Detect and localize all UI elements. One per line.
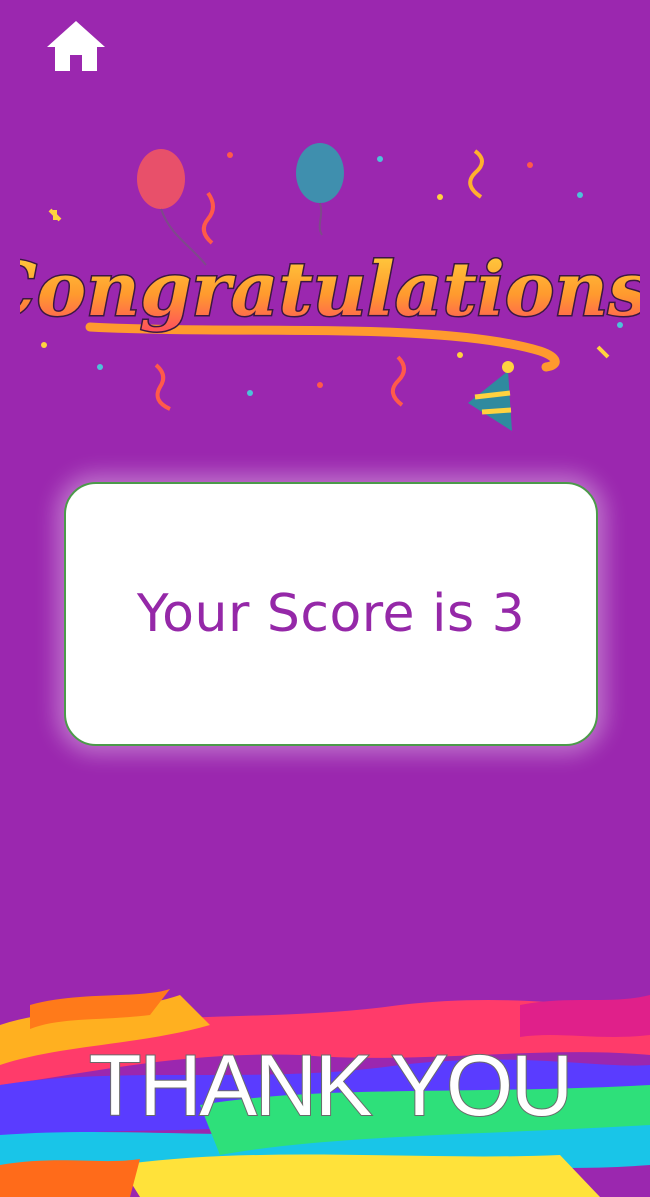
score-card: Your Score is 3 (64, 482, 598, 746)
congratulations-graphic: Congratulations! (20, 143, 640, 431)
balloon-teal (296, 143, 344, 236)
home-button[interactable] (44, 18, 108, 74)
party-hat-icon (468, 361, 514, 431)
congratulations-banner: Congratulations! (20, 135, 640, 445)
home-icon (47, 21, 105, 71)
thank-you-banner: THANK YOU (0, 985, 650, 1197)
thank-you-graphic: THANK YOU (0, 989, 650, 1197)
congratulations-text: Congratulations! (20, 247, 640, 333)
score-text: Your Score is 3 (136, 584, 526, 644)
thank-you-text: THANK YOU (89, 1038, 571, 1134)
